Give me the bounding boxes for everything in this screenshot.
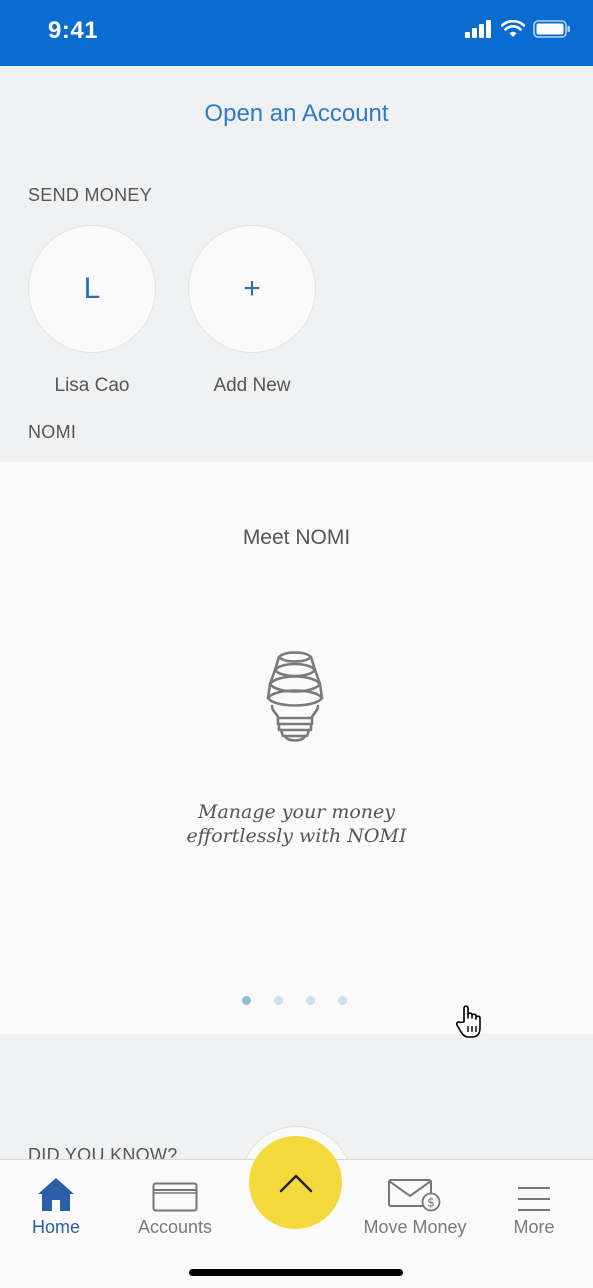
signal-icon xyxy=(465,20,491,38)
lightbulb-icon xyxy=(266,651,324,742)
tab-move-money-label: Move Money xyxy=(363,1217,467,1237)
carousel-dot[interactable] xyxy=(306,996,315,1005)
tab-accounts-label: Accounts xyxy=(137,1217,213,1237)
home-indicator xyxy=(189,1269,403,1276)
nomi-card[interactable]: Meet NOMI Manage your money effortlessly… xyxy=(0,462,593,1034)
contact-name: Lisa Cao xyxy=(54,375,130,396)
nomi-description: Manage your money effortlessly with NOMI xyxy=(0,800,593,848)
contact-initial: L xyxy=(83,272,101,305)
contact-lisa-cao[interactable]: L Lisa Cao xyxy=(28,225,156,397)
carousel-dot[interactable] xyxy=(242,996,251,1005)
chevron-up-icon xyxy=(279,1174,312,1192)
add-new-button[interactable]: + xyxy=(188,225,316,353)
nomi-section-label: NOMI xyxy=(28,422,77,442)
tab-accounts[interactable]: Accounts xyxy=(115,1160,235,1240)
nomi-copy-line-1: Manage your money xyxy=(198,801,395,823)
carousel-pagination xyxy=(242,996,347,1005)
send-money-label: SEND MONEY xyxy=(28,185,153,205)
envelope-dollar-icon: $ xyxy=(388,1179,441,1212)
battery-icon xyxy=(533,20,570,38)
svg-text:$: $ xyxy=(427,1196,435,1210)
contact-avatar[interactable]: L xyxy=(28,225,156,353)
tab-move-money[interactable]: $ Move Money xyxy=(355,1160,475,1240)
home-icon xyxy=(38,1178,74,1211)
carousel-dot[interactable] xyxy=(338,996,347,1005)
nomi-copy-line-2: effortlessly with NOMI xyxy=(186,825,407,847)
tab-more-label: More xyxy=(513,1217,555,1237)
carousel-dot[interactable] xyxy=(274,996,283,1005)
add-new-label: Add New xyxy=(213,375,291,396)
add-new-contact[interactable]: + Add New xyxy=(188,225,316,397)
tab-home-label: Home xyxy=(31,1217,80,1237)
hand-pointer-cursor xyxy=(455,1005,481,1038)
quick-actions-button[interactable] xyxy=(249,1136,342,1229)
status-bar: 9:41 xyxy=(0,0,593,66)
card-icon xyxy=(152,1182,198,1212)
status-time: 9:41 xyxy=(48,17,99,44)
tab-home[interactable]: Home xyxy=(0,1160,116,1240)
open-account-link[interactable]: Open an Account xyxy=(0,100,593,128)
nomi-card-title: Meet NOMI xyxy=(242,526,351,549)
menu-icon xyxy=(518,1187,550,1211)
tab-more[interactable]: More xyxy=(474,1160,593,1240)
plus-icon: + xyxy=(243,272,261,305)
status-icons xyxy=(465,20,571,38)
wifi-icon xyxy=(501,20,525,37)
